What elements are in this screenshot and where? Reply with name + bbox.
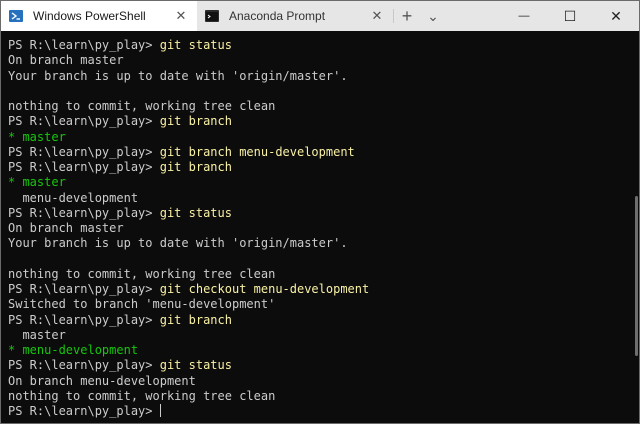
output-line: Your branch is up to date with 'origin/m… bbox=[8, 236, 631, 251]
current-branch-text: * menu-development bbox=[8, 343, 139, 357]
minimize-icon: — bbox=[518, 10, 530, 22]
output-line: Your branch is up to date with 'origin/m… bbox=[8, 69, 631, 84]
close-tab-icon[interactable]: ✕ bbox=[173, 8, 189, 24]
command-line: PS R:\learn\py_play> git status bbox=[8, 358, 631, 373]
current-branch-text: * master bbox=[8, 175, 66, 190]
prompt-text: PS R:\learn\py_play> bbox=[8, 114, 160, 129]
tab-dropdown-button[interactable]: ⌄ bbox=[420, 1, 446, 31]
command-line: PS R:\learn\py_play> git status bbox=[8, 206, 631, 221]
prompt-text: PS R:\learn\py_play> bbox=[8, 205, 160, 220]
command-line: PS R:\learn\py_play> git checkout menu-d… bbox=[8, 282, 631, 297]
prompt-text: PS R:\learn\py_play> bbox=[8, 144, 160, 159]
prompt-text: PS R:\learn\py_play> bbox=[8, 312, 160, 327]
prompt-text: PS R:\learn\py_play> bbox=[8, 358, 160, 373]
output-line: On branch menu-development bbox=[8, 374, 631, 389]
output-line: Switched to branch 'menu-development' bbox=[8, 297, 631, 312]
new-tab-button[interactable]: + bbox=[394, 1, 420, 31]
command-line: PS R:\learn\py_play> git branch bbox=[8, 313, 631, 328]
output-line: * menu-development bbox=[8, 343, 631, 358]
output-line: On branch master bbox=[8, 53, 631, 68]
output-line: nothing to commit, working tree clean bbox=[8, 99, 631, 114]
terminal-output[interactable]: PS R:\learn\py_play> git status On branch… bbox=[1, 31, 631, 423]
text-cursor bbox=[159, 404, 161, 417]
scrollbar[interactable] bbox=[631, 31, 639, 423]
active-prompt-line: PS R:\learn\py_play> bbox=[8, 404, 631, 419]
tab-anaconda-prompt[interactable]: Anaconda Prompt ✕ bbox=[197, 1, 393, 31]
command-text: git status bbox=[159, 38, 232, 52]
powershell-icon bbox=[9, 10, 23, 22]
terminal-window: Windows PowerShell ✕ Anaconda Prompt ✕ +… bbox=[0, 0, 640, 424]
maximize-icon: ☐ bbox=[563, 7, 577, 24]
output-text: menu-development bbox=[8, 190, 139, 205]
output-line: On branch master bbox=[8, 221, 631, 236]
current-branch-text: * master bbox=[8, 129, 66, 144]
command-text: git branch bbox=[159, 114, 232, 129]
prompt-text: PS R:\learn\py_play> bbox=[8, 404, 160, 418]
output-text: On branch master bbox=[8, 53, 124, 68]
tab-label: Windows PowerShell bbox=[33, 9, 146, 23]
tab-windows-powershell[interactable]: Windows PowerShell ✕ bbox=[1, 1, 197, 31]
command-text: git branch bbox=[159, 160, 232, 174]
title-bar: Windows PowerShell ✕ Anaconda Prompt ✕ +… bbox=[1, 1, 639, 31]
output-line: * master bbox=[8, 175, 631, 190]
prompt-text: PS R:\learn\py_play> bbox=[8, 282, 160, 296]
maximize-button[interactable]: ☐ bbox=[547, 1, 593, 31]
close-window-button[interactable]: ✕ bbox=[593, 1, 639, 31]
command-line: PS R:\learn\py_play> git branch bbox=[8, 160, 631, 175]
prompt-text: PS R:\learn\py_play> bbox=[8, 160, 160, 174]
output-text: nothing to commit, working tree clean bbox=[8, 388, 276, 403]
terminal-icon bbox=[205, 10, 219, 22]
output-text: nothing to commit, working tree clean bbox=[8, 266, 276, 281]
command-line: PS R:\learn\py_play> git status bbox=[8, 38, 631, 53]
minimize-button[interactable]: — bbox=[501, 1, 547, 31]
output-line: * master bbox=[8, 130, 631, 145]
output-text: On branch master bbox=[8, 221, 124, 235]
prompt-text: PS R:\learn\py_play> bbox=[8, 38, 160, 52]
output-line: master bbox=[8, 328, 631, 343]
scrollbar-thumb[interactable] bbox=[635, 196, 638, 356]
output-line: nothing to commit, working tree clean bbox=[8, 389, 631, 404]
command-text: git branch menu-development bbox=[159, 144, 355, 159]
output-text: Switched to branch 'menu-development' bbox=[8, 297, 276, 312]
output-text: Your branch is up to date with 'origin/m… bbox=[8, 68, 348, 83]
output-text: On branch menu-development bbox=[8, 373, 196, 388]
close-icon: ✕ bbox=[610, 7, 622, 24]
close-tab-icon[interactable]: ✕ bbox=[369, 8, 385, 24]
chevron-down-icon: ⌄ bbox=[427, 7, 439, 24]
tab-label: Anaconda Prompt bbox=[229, 9, 326, 23]
command-text: git status bbox=[159, 205, 232, 220]
output-line: menu-development bbox=[8, 191, 631, 206]
plus-icon: + bbox=[401, 5, 413, 26]
output-text: nothing to commit, working tree clean bbox=[8, 99, 276, 113]
command-text: git branch bbox=[159, 312, 232, 327]
command-line: PS R:\learn\py_play> git branch menu-dev… bbox=[8, 145, 631, 160]
command-text: git checkout menu-development bbox=[159, 282, 370, 296]
output-text: master bbox=[8, 327, 66, 342]
command-text: git status bbox=[159, 358, 232, 373]
command-line: PS R:\learn\py_play> git branch bbox=[8, 114, 631, 129]
title-bar-drag-area[interactable] bbox=[446, 1, 501, 31]
output-text: Your branch is up to date with 'origin/m… bbox=[8, 236, 348, 251]
output-line: nothing to commit, working tree clean bbox=[8, 267, 631, 282]
